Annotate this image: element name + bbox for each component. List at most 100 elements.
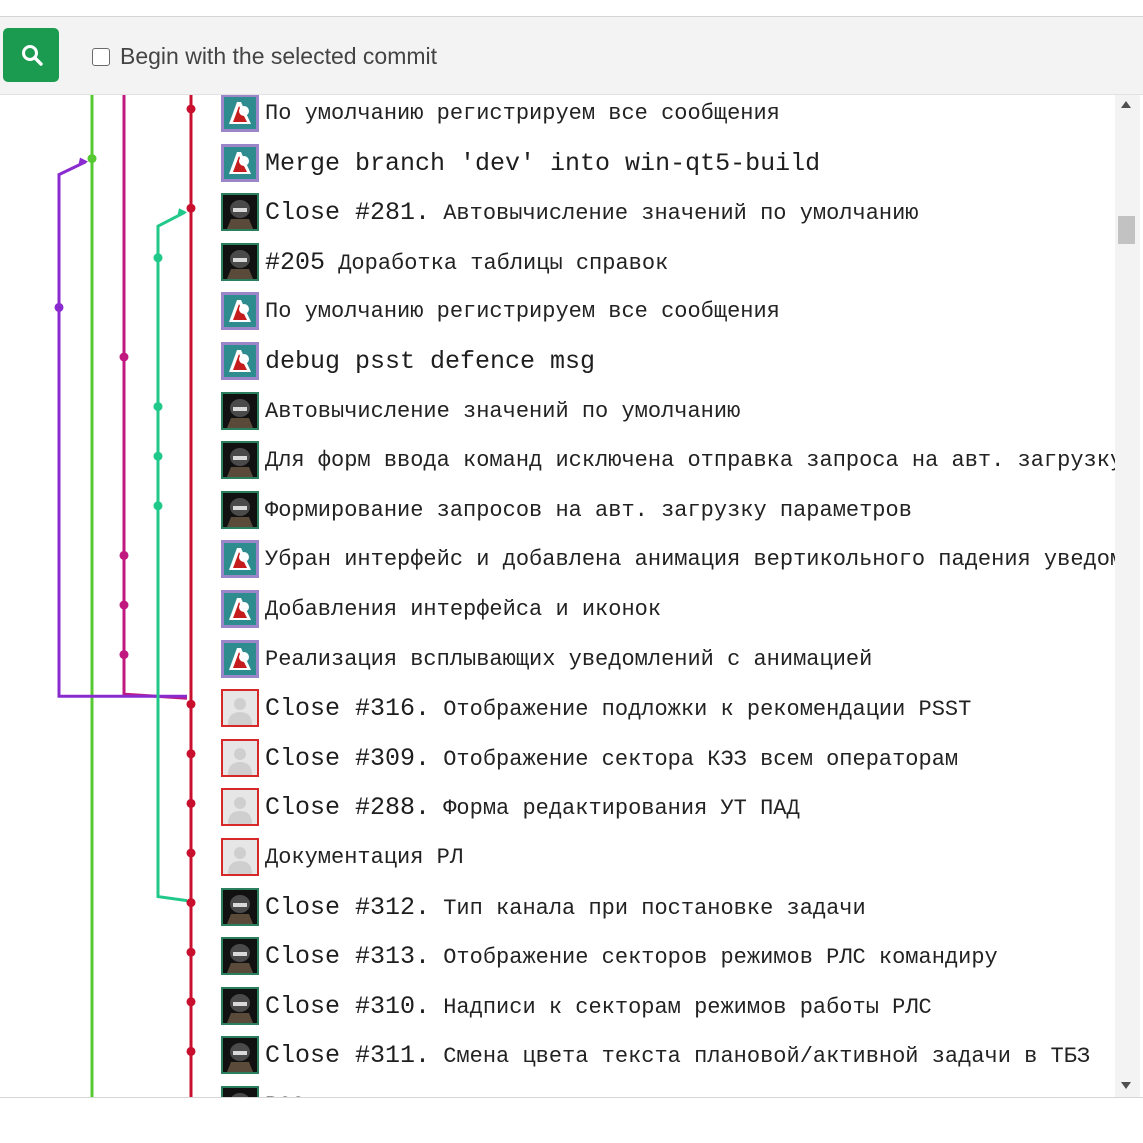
helmet-avatar: [221, 540, 259, 579]
commit-message: #205 Доработка таблицы справок: [265, 244, 668, 282]
commit-message: Убран интерфейс и добавлена анимация вер…: [265, 541, 1115, 579]
commit-message: Добавления интерфейса и иконок: [265, 591, 661, 629]
commit-text: Доработка таблицы справок: [325, 250, 669, 276]
commit-ref: #205: [265, 247, 326, 277]
commit-message: Close #309. Отображение сектора КЭЗ всем…: [265, 740, 958, 778]
commit-message: Close #288. Форма редактирования УТ ПАД: [265, 789, 800, 827]
commit-row[interactable]: Close #288. Форма редактирования УТ ПАД: [0, 788, 1115, 838]
commit-message: РСС: [265, 1087, 305, 1097]
commit-message: По умолчанию регистрируем все сообщения: [265, 95, 780, 133]
default-avatar: [221, 788, 259, 827]
commit-text: Отображение подложки к рекомендации PSST: [430, 697, 972, 723]
commit-ref: Close #313.: [265, 942, 431, 972]
commit-message: Merge branch 'dev' into win-qt5-build: [265, 145, 820, 183]
commit-ref: Close #309.: [265, 743, 431, 773]
commit-ref: Close #311.: [265, 1041, 431, 1071]
commit-text: Надписи к секторам режимов работы РЛС: [430, 994, 932, 1020]
commit-text: Автовычисление значений по умолчанию: [265, 398, 741, 424]
commit-text: Документация РЛ: [265, 845, 464, 870]
commit-row[interactable]: debug psst defence msg: [0, 342, 1115, 392]
commit-row[interactable]: Close #311. Смена цвета текста плановой/…: [0, 1036, 1115, 1086]
soldier-avatar: [221, 193, 259, 232]
soldier-avatar: [221, 490, 259, 529]
default-avatar: [221, 689, 259, 728]
bottom-border: [0, 1097, 1143, 1098]
commit-row[interactable]: По умолчанию регистрируем все сообщения: [0, 95, 1115, 144]
commit-row[interactable]: Merge branch 'dev' into win-qt5-build: [0, 143, 1115, 194]
commit-text: Тип канала при постановке задачи: [430, 895, 866, 921]
soldier-avatar: [221, 242, 259, 281]
commit-message: debug psst defence msg: [265, 343, 595, 381]
commit-row[interactable]: По умолчанию регистрируем все сообщения: [0, 292, 1115, 342]
commit-text: По умолчанию регистрируем все сообщения: [265, 299, 780, 325]
commit-text: Убран интерфейс и добавлена анимация вер…: [265, 547, 1115, 573]
helmet-avatar: [221, 342, 259, 380]
scrollbar-thumb[interactable]: [1118, 216, 1135, 244]
commit-text: Форма редактирования УТ ПАД: [430, 796, 800, 822]
commit-row[interactable]: Close #312. Тип канала при постановке за…: [0, 887, 1115, 938]
search-icon: [22, 45, 43, 66]
vertical-scrollbar[interactable]: [1115, 95, 1140, 1097]
helmet-avatar: [221, 292, 259, 331]
commit-row[interactable]: #205 Доработка таблицы справок: [0, 242, 1115, 293]
commit-text: Добавления интерфейса и иконок: [265, 597, 662, 622]
commit-message: Close #311. Смена цвета текста плановой/…: [265, 1037, 1090, 1075]
commit-message: Автовычисление значений по умолчанию: [265, 393, 740, 431]
commit-message: Close #310. Надписи к секторам режимов р…: [265, 988, 932, 1026]
commit-ref: Close #288.: [265, 793, 431, 823]
commit-row[interactable]: Добавления интерфейса и иконок: [0, 590, 1115, 640]
soldier-avatar: [221, 937, 259, 976]
begin-with-selected-label: Begin with the selected commit: [120, 43, 438, 69]
commit-message: Для форм ввода команд исключена отправка…: [265, 442, 1115, 480]
commit-message: Close #281. Автовычисление значений по у…: [265, 194, 919, 232]
commit-text: debug psst defence msg: [265, 347, 596, 376]
helmet-avatar: [221, 95, 259, 132]
commit-text: Реализация всплывающих уведомлений с ани…: [265, 646, 873, 672]
commit-message: Close #313. Отображение секторов режимов…: [265, 938, 998, 976]
commit-text: Отображение секторов режимов РЛС команди…: [430, 945, 998, 971]
commit-ref: Close #281.: [265, 198, 431, 228]
soldier-avatar: [221, 1086, 259, 1097]
commit-text: Merge branch 'dev' into win-qt5-build: [265, 148, 821, 178]
soldier-avatar: [221, 986, 259, 1025]
default-avatar: [221, 738, 259, 777]
commit-text: Автовычисление значений по умолчанию: [430, 201, 919, 227]
commit-message: Close #312. Тип канала при постановке за…: [265, 889, 866, 927]
commit-row[interactable]: Формирование запросов на авт. загрузку п…: [0, 490, 1115, 541]
scroll-down-arrow-icon[interactable]: [1121, 1082, 1131, 1089]
scroll-up-arrow-icon[interactable]: [1121, 101, 1131, 108]
commit-row[interactable]: Close #313. Отображение секторов режимов…: [0, 937, 1115, 987]
soldier-avatar: [221, 887, 259, 926]
commit-row[interactable]: Автовычисление значений по умолчанию: [0, 391, 1115, 442]
commit-message: Формирование запросов на авт. загрузку п…: [265, 492, 912, 530]
soldier-avatar: [221, 391, 259, 430]
soldier-avatar: [221, 441, 259, 480]
helmet-avatar: [221, 590, 259, 628]
commit-row[interactable]: Реализация всплывающих уведомлений с ани…: [0, 639, 1115, 690]
commit-ref: Close #310.: [265, 991, 431, 1021]
commit-row[interactable]: Close #281. Автовычисление значений по у…: [0, 193, 1115, 243]
commit-row[interactable]: Для форм ввода команд исключена отправка…: [0, 441, 1115, 491]
commit-row[interactable]: Close #310. Надписи к секторам режимов р…: [0, 986, 1115, 1037]
helmet-avatar: [221, 639, 259, 678]
commit-row[interactable]: Close #316. Отображение подложки к реком…: [0, 689, 1115, 739]
commit-row[interactable]: Документация РЛ: [0, 838, 1115, 888]
commit-row[interactable]: Убран интерфейс и добавлена анимация вер…: [0, 540, 1115, 590]
commit-row[interactable]: Close #309. Отображение сектора КЭЗ всем…: [0, 738, 1115, 789]
commit-text: Отображение сектора КЭЗ всем операторам: [430, 746, 959, 772]
commit-message: Реализация всплывающих уведомлений с ани…: [265, 641, 872, 679]
commit-message: Close #316. Отображение подложки к реком…: [265, 690, 971, 728]
commit-message: Документация РЛ: [265, 839, 463, 877]
commit-message: По умолчанию регистрируем все сообщения: [265, 293, 780, 331]
soldier-avatar: [221, 1036, 259, 1075]
commit-text: Смена цвета текста плановой/активной зад…: [430, 1044, 1091, 1070]
commit-list[interactable]: По умолчанию регистрируем все сообщения M…: [0, 95, 1115, 1097]
search-button[interactable]: [3, 28, 59, 82]
commit-ref: Close #312.: [265, 892, 431, 922]
begin-with-selected-checkbox[interactable]: [92, 47, 110, 66]
commit-row[interactable]: РСС: [0, 1086, 1115, 1097]
helmet-avatar: [221, 143, 259, 182]
commit-ref: Close #316.: [265, 694, 431, 724]
commit-text: Для форм ввода команд исключена отправка…: [265, 448, 1115, 474]
begin-with-selected-option[interactable]: Begin with the selected commit: [92, 43, 437, 70]
